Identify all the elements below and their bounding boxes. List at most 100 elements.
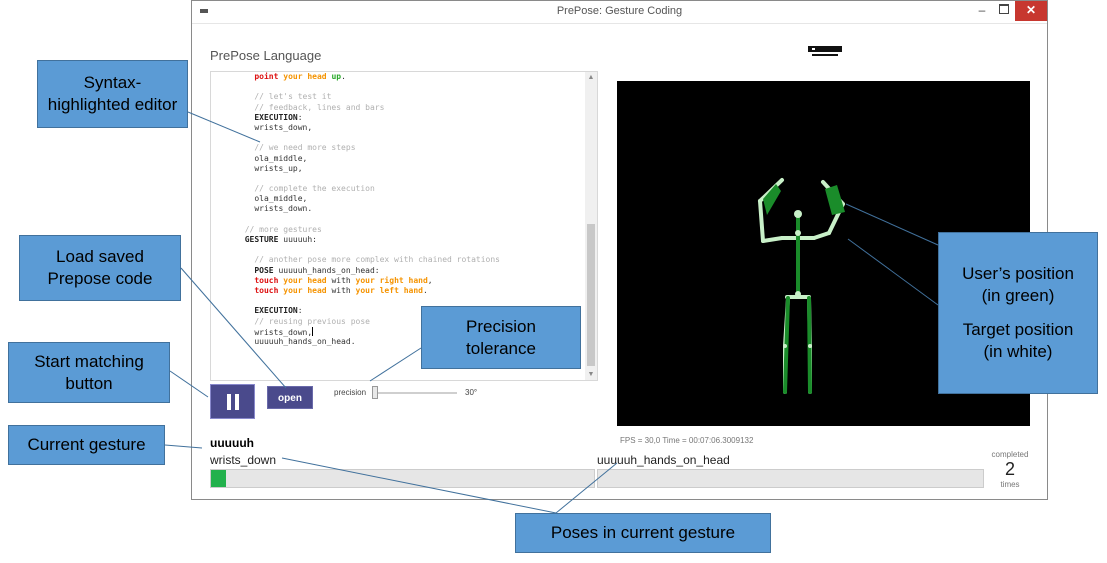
pose-progress-bar-1 — [210, 469, 595, 488]
code-line[interactable]: touch your head with your right hand, — [211, 276, 583, 286]
callout-start-matching: Start matching button — [8, 342, 170, 403]
code-token: ola_middle, — [254, 153, 308, 163]
code-token: GESTURE — [244, 235, 279, 244]
code-line[interactable] — [211, 174, 583, 184]
completed-count: 2 — [1004, 459, 1015, 479]
code-line[interactable]: // complete the execution — [211, 184, 583, 194]
code-token: wrists_down. — [254, 204, 313, 214]
pose-progress-fill-1 — [211, 470, 227, 487]
scrollbar-thumb[interactable] — [587, 224, 595, 366]
callout-target-position: Target position (in white) — [962, 320, 1074, 361]
callout-syntax-editor: Syntax- highlighted editor — [37, 60, 188, 128]
code-line[interactable]: EXECUTION: — [211, 113, 583, 123]
code-token: wrists_up, — [254, 163, 303, 173]
user-skeleton — [763, 184, 845, 394]
code-token: POSE — [254, 265, 274, 275]
code-token: your left hand — [355, 285, 423, 295]
maximize-button[interactable] — [993, 1, 1015, 21]
open-button[interactable]: open — [267, 386, 313, 409]
title-bar: PrePose: Gesture Coding – ✕ — [192, 1, 1047, 24]
minimize-button[interactable]: – — [971, 1, 993, 21]
slider-track[interactable] — [372, 392, 457, 394]
scroll-down-icon[interactable]: ▼ — [586, 371, 596, 378]
code-line[interactable]: wrists_down. — [211, 204, 583, 214]
code-token: // let's test it — [254, 92, 332, 102]
code-line[interactable]: ola_middle, — [211, 194, 583, 204]
code-token: . — [422, 285, 428, 295]
slider-thumb[interactable] — [372, 386, 378, 399]
code-line[interactable]: // feedback, lines and bars — [211, 103, 583, 113]
code-line[interactable]: POSE uuuuuh_hands_on_head: — [211, 266, 583, 276]
code-line[interactable]: wrists_up, — [211, 164, 583, 174]
scroll-up-icon[interactable]: ▲ — [586, 74, 596, 81]
code-line[interactable]: wrists_down, — [211, 123, 583, 133]
code-token: uuuuuh_hands_on_head: — [273, 265, 380, 275]
code-token: with — [326, 275, 356, 285]
callout-current-gesture: Current gesture — [8, 425, 165, 465]
close-button[interactable]: ✕ — [1015, 1, 1047, 21]
code-line[interactable] — [211, 296, 583, 306]
code-line[interactable]: // more gestures — [211, 225, 583, 235]
code-token: EXECUTION — [254, 306, 298, 316]
code-token: your right hand — [355, 275, 428, 285]
editor-heading: PrePose Language — [210, 48, 322, 63]
callout-user-position: User’s position (in green) — [962, 264, 1074, 305]
code-token: ola_middle, — [254, 194, 308, 204]
code-line[interactable] — [211, 82, 583, 92]
code-token: // reusing previous pose — [254, 316, 370, 326]
editor-scrollbar[interactable]: ▲ ▼ — [585, 72, 597, 380]
code-line[interactable]: // another pose more complex with chaine… — [211, 255, 583, 265]
code-token: wrists_down, — [254, 122, 313, 132]
callout-poses: Poses in current gesture — [515, 513, 771, 553]
target-skeleton — [758, 178, 845, 394]
code-token: uuuuuh: — [278, 235, 317, 244]
pose-label-1: wrists_down — [210, 453, 277, 467]
callout-precision: Precision tolerance — [421, 306, 581, 369]
current-gesture-name: uuuuuh — [210, 436, 254, 450]
precision-label: precision — [334, 388, 367, 397]
window-title: PrePose: Gesture Coding — [556, 5, 683, 17]
code-token: with — [326, 285, 356, 295]
code-line[interactable]: GESTURE uuuuuh: — [211, 235, 583, 245]
code-token: , — [427, 275, 433, 285]
code-token: wrists_down, — [254, 327, 313, 337]
fps-readout: FPS = 30,0 Time = 00:07:06.3009132 — [620, 436, 754, 445]
code-line[interactable] — [211, 133, 583, 143]
start-matching-button[interactable] — [210, 384, 255, 419]
code-line[interactable] — [211, 245, 583, 255]
completed-unit: times — [1000, 480, 1020, 489]
completed-label: completed — [991, 450, 1029, 459]
code-token: // more gestures — [244, 224, 322, 234]
maximize-icon — [999, 4, 1009, 14]
code-line[interactable]: touch your head with your left hand. — [211, 286, 583, 296]
code-line[interactable]: // we need more steps — [211, 143, 583, 153]
code-line[interactable]: ola_middle, — [211, 154, 583, 164]
code-token: // feedback, lines and bars — [254, 102, 385, 112]
code-line[interactable]: point your head up. — [211, 72, 583, 82]
code-token: : — [297, 306, 303, 316]
code-line[interactable] — [211, 215, 583, 225]
callout-positions: User’s position (in green) Target positi… — [938, 232, 1098, 394]
app-window: PrePose: Gesture Coding – ✕ PrePose Lang… — [191, 0, 1048, 500]
code-token: // we need more steps — [254, 143, 356, 153]
code-line[interactable]: // let's test it — [211, 92, 583, 102]
code-token: touch — [254, 285, 284, 295]
code-token: EXECUTION — [254, 112, 298, 122]
precision-slider[interactable] — [372, 386, 457, 400]
